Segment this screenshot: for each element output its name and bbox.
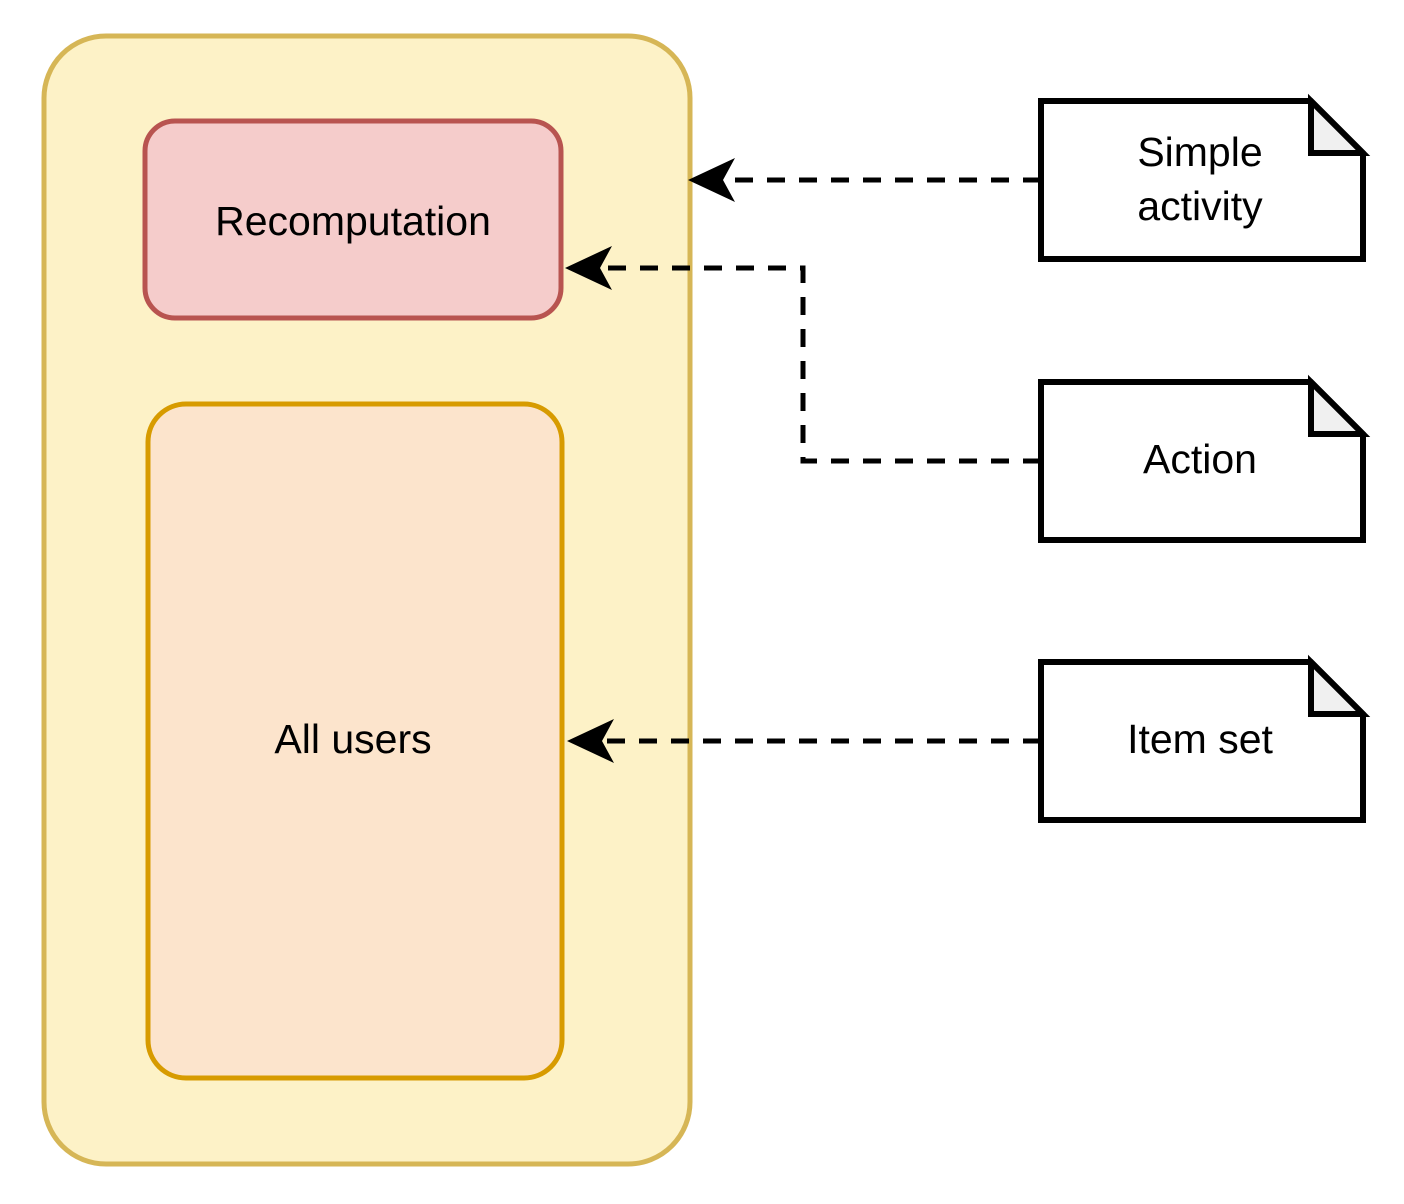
note-simple-activity[interactable]: Simple activity <box>1038 93 1371 262</box>
note-simple-activity-fold-icon <box>1308 93 1371 156</box>
edge-simple-activity[interactable] <box>688 158 1041 202</box>
note-action-fold-icon <box>1308 374 1371 437</box>
note-item-set[interactable]: Item set <box>1038 654 1371 823</box>
edge-simple-activity-arrowhead <box>688 158 735 202</box>
note-item-set-fold-icon <box>1308 654 1371 717</box>
node-recomputation[interactable]: Recomputation <box>142 118 564 321</box>
node-all-users[interactable]: All users <box>145 401 565 1081</box>
all-users-label: All users <box>274 716 431 762</box>
diagram-root: Recomputation All users Simple activity <box>0 0 1404 1204</box>
note-action-label: Action <box>1143 436 1257 482</box>
note-simple-activity-label-line2: activity <box>1137 183 1263 229</box>
diagram-canvas: Recomputation All users Simple activity <box>41 33 1371 1167</box>
note-action[interactable]: Action <box>1038 374 1371 543</box>
note-item-set-label: Item set <box>1127 716 1273 762</box>
note-simple-activity-label-line1: Simple <box>1137 129 1262 175</box>
recomputation-label: Recomputation <box>215 198 491 244</box>
